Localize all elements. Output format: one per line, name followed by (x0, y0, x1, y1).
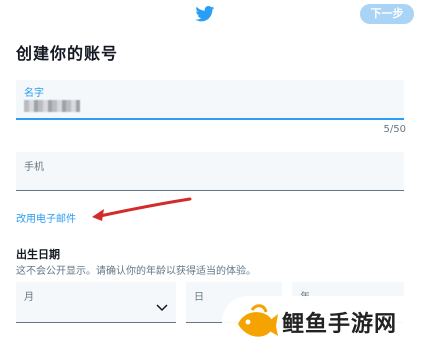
watermark: 鲤鱼手游网 (222, 296, 422, 347)
phone-field-label: 手机 (24, 162, 44, 173)
birth-date-title: 出生日期 (16, 248, 60, 261)
chevron-down-icon (156, 304, 168, 312)
twitter-bird-icon (195, 6, 215, 22)
day-select-label: 日 (194, 292, 204, 303)
next-button[interactable]: 下一步 (360, 4, 414, 24)
month-select[interactable]: 月 (16, 282, 176, 323)
name-field-label: 名字 (24, 88, 44, 99)
birth-date-description: 这不会公开显示。请确认你的年龄以获得适当的体验。 (16, 266, 256, 277)
name-field-value-blurred (24, 100, 80, 112)
watermark-text: 鲤鱼手游网 (282, 312, 398, 337)
phone-field[interactable]: 手机 (16, 152, 404, 191)
month-select-label: 月 (24, 292, 34, 303)
use-email-link[interactable]: 改用电子邮件 (16, 210, 76, 225)
name-character-counter: 5/50 (383, 124, 406, 135)
carp-fish-logo-icon (238, 304, 278, 337)
name-field[interactable]: 名字 (16, 80, 404, 120)
annotation-arrow (92, 197, 192, 221)
page-title: 创建你的账号 (16, 44, 119, 63)
